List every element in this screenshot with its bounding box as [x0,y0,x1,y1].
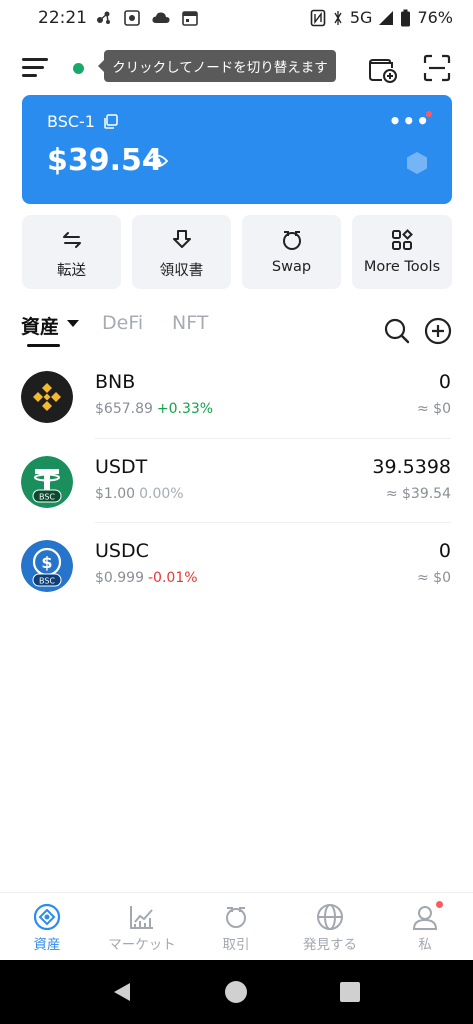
receive-button[interactable]: 領収書 [132,215,231,289]
nav-profile[interactable]: 私 [378,893,472,961]
battery-percent: 76% [417,8,453,27]
more-options-icon[interactable]: ••• [389,109,430,133]
scan-icon[interactable] [421,52,453,84]
token-row-usdt[interactable]: BSC USDT $1.00 0.00% 39.5398 ≈ $39.54 [0,444,473,528]
home-icon[interactable] [224,980,248,1004]
assets-icon [33,903,61,931]
nav-discover[interactable]: 発見する [283,893,377,961]
status-bar: 22:21 5G 76% [0,0,473,38]
notification-dot [426,111,432,117]
nav-assets-label: 資産 [33,937,61,953]
nfc-icon [310,9,326,26]
token-symbol: BNB [95,371,136,393]
cloud-icon [152,12,170,23]
node-status-dot[interactable] [73,63,84,74]
token-amount: 0 [438,540,451,562]
token-price-line: $1.00 0.00% [95,486,184,502]
transfer-icon [62,232,81,248]
wallet-card[interactable]: BSC-1 $39.54 ••• [22,95,452,204]
swap-label: Swap [271,259,312,275]
add-token-icon[interactable] [424,317,452,345]
receive-icon [172,230,191,248]
bsc-tag: BSC [39,577,55,586]
tab-nft[interactable]: NFT [172,312,208,334]
network-type: 5G [349,8,373,27]
nodes-icon [97,11,110,24]
system-status: 5G 76% [310,8,453,27]
nav-market-label: マーケット [108,937,176,953]
bnb-logo-icon [21,371,73,423]
token-price: $657.89 [95,401,153,417]
token-price-line: $0.999 -0.01% [95,570,198,586]
token-change: +0.33% [156,401,214,417]
token-amount: 39.5398 [372,456,451,478]
nav-profile-label: 私 [418,937,432,953]
transfer-button[interactable]: 転送 [22,215,121,289]
battery-icon [401,9,411,26]
swap-button[interactable]: Swap [242,215,341,289]
back-icon[interactable] [110,980,134,1004]
chevron-down-icon[interactable] [67,320,79,327]
copy-icon[interactable] [103,114,118,129]
settings-app-icon [124,10,140,26]
tab-active-indicator [27,344,60,347]
signal-icon [379,10,394,25]
app-header: クリックしてノードを切り替えます [0,44,473,88]
nav-trade-label: 取引 [222,937,250,953]
trade-icon [226,907,246,928]
token-price: $0.999 [95,570,144,586]
token-fiat-value: ≈ $39.54 [385,486,451,502]
more-tools-button[interactable]: More Tools [352,215,452,289]
eye-icon[interactable] [146,153,168,169]
token-price: $1.00 [95,486,136,502]
token-symbol: USDT [95,456,148,478]
usdc-logo-icon: $ BSC [21,540,73,592]
token-fiat-value: ≈ $0 [417,401,451,417]
chain-cube-icon [407,152,427,174]
tab-defi[interactable]: DeFi [102,312,143,334]
calendar-icon [182,11,198,26]
bsc-tag: BSC [39,493,55,502]
menu-icon[interactable] [22,56,48,78]
receive-label: 領収書 [159,263,204,279]
system-navigation-bar [0,960,473,1024]
token-amount: 0 [438,371,451,393]
profile-notification-dot [436,901,443,908]
token-fiat-value: ≈ $0 [417,570,451,586]
row-divider [95,438,451,439]
discover-icon [317,904,343,930]
nav-discover-label: 発見する [303,937,357,953]
token-change: 0.00% [139,486,184,502]
status-time: 22:21 [38,8,87,28]
market-icon [130,906,153,929]
add-wallet-icon[interactable] [366,52,398,84]
token-symbol: USDC [95,540,149,562]
usdt-logo-icon: BSC [21,456,73,508]
more-tools-label: More Tools [363,259,441,275]
token-change: -0.01% [148,570,198,586]
search-icon[interactable] [383,317,411,345]
recents-icon[interactable] [338,980,362,1004]
row-divider [95,522,451,523]
wallet-name: BSC-1 [47,112,95,131]
bottom-nav: 資産 マーケット 取引 発見する 私 [0,892,473,960]
notification-icons [95,9,199,27]
token-price-line: $657.89 +0.33% [95,401,213,417]
nav-market[interactable]: マーケット [95,893,189,961]
token-row-usdc[interactable]: $ BSC USDC $0.999 -0.01% 0 ≈ $0 [0,528,473,612]
transfer-label: 転送 [57,263,86,279]
nav-trade[interactable]: 取引 [189,893,283,961]
token-row-bnb[interactable]: BNB $657.89 +0.33% 0 ≈ $0 [0,359,473,443]
svg-text:$: $ [41,553,52,572]
vibrate-icon [334,10,342,25]
profile-icon [412,906,438,930]
grid-icon [392,229,413,250]
nav-assets[interactable]: 資産 [0,893,94,961]
tab-assets[interactable]: 資産 [21,312,59,339]
swap-icon [282,231,301,250]
node-switch-tooltip: クリックしてノードを切り替えます [98,50,336,82]
